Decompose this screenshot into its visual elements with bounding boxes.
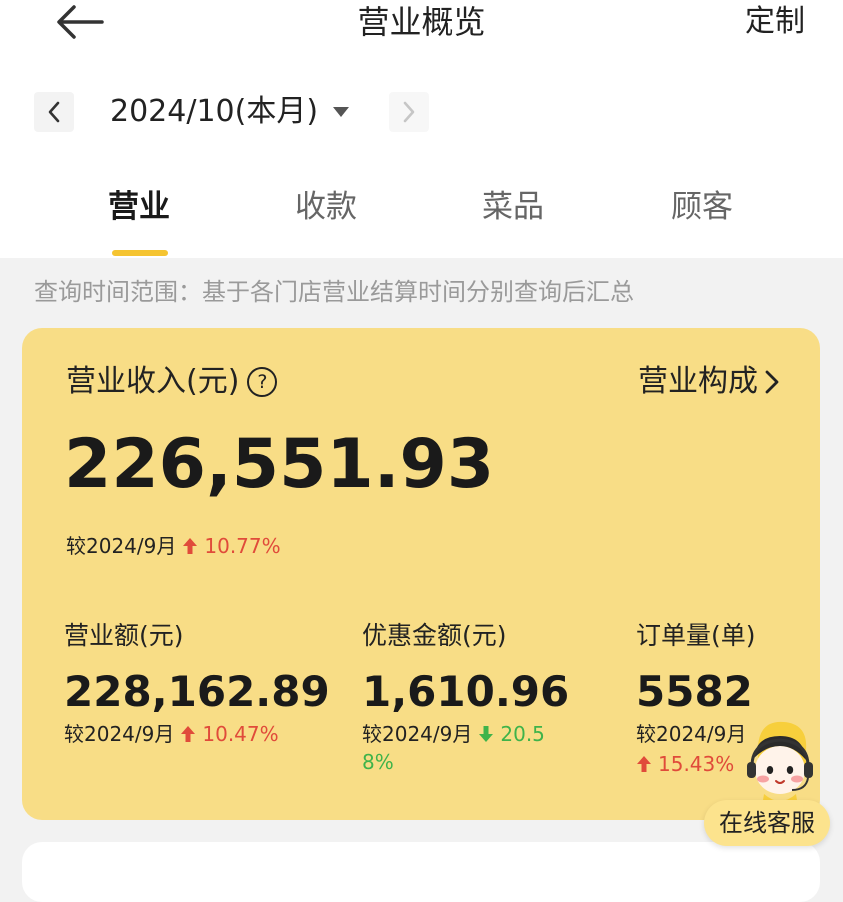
metric-comparison: 较2024/9月 20.5: [362, 720, 569, 748]
revenue-breakdown-link[interactable]: 营业构成: [638, 360, 780, 404]
income-label: 营业收入(元): [66, 364, 240, 399]
chevron-left-icon: [48, 101, 60, 123]
arrow-up-icon: [183, 538, 198, 554]
income-value: 226,551.93: [64, 425, 495, 504]
metric-label: 优惠金额(元): [362, 621, 507, 650]
metric-value: 5582: [636, 667, 753, 716]
metric-value: 1,610.96: [362, 667, 570, 716]
arrow-down-icon: [479, 726, 494, 742]
metric-label: 营业额(元): [64, 621, 184, 650]
page-title: 营业概览: [357, 3, 486, 41]
online-service-widget[interactable]: 在线客服: [704, 716, 830, 856]
chevron-right-icon: [765, 370, 779, 394]
metric-discount: 优惠金额(元) 1,610.96 较2024/9月 20.5 8%: [362, 618, 569, 776]
metric-turnover: 营业额(元) 228,162.89 较2024/9月 10.47%: [64, 618, 330, 748]
income-comparison: 较2024/9月 10.77%: [66, 532, 281, 560]
comparison-percent-wrap: 8%: [362, 750, 394, 774]
tab-dishes[interactable]: 菜品: [453, 180, 573, 234]
comparison-label: 较2024/9月: [64, 722, 175, 746]
customer-service-avatar-icon: [747, 721, 813, 806]
comparison-percent: 10.47%: [202, 722, 279, 746]
metric-comparison: 较2024/9月 10.47%: [64, 720, 330, 748]
active-tab-indicator: [112, 250, 168, 256]
next-section-card: [22, 842, 820, 902]
top-panel: 营业概览 定制 2024/10(本月) 营业 收款 菜品 顾客: [0, 0, 843, 258]
tab-business[interactable]: 营业: [79, 180, 199, 234]
next-month-button[interactable]: [389, 92, 429, 132]
selected-month: 2024/10(本月): [110, 94, 319, 129]
tab-bar: 营业 收款 菜品 顾客: [0, 180, 843, 258]
online-service-button[interactable]: 在线客服: [704, 800, 830, 846]
caret-down-icon: [333, 107, 350, 117]
metric-label: 订单量(单): [636, 621, 756, 650]
arrow-up-icon: [637, 756, 651, 772]
comparison-percent: 10.77%: [204, 534, 281, 558]
comparison-label: 较2024/9月: [66, 534, 177, 558]
comparison-percent: 20.5: [500, 722, 545, 746]
tab-payments[interactable]: 收款: [266, 180, 386, 234]
breakdown-label: 营业构成: [638, 364, 758, 399]
help-circle-icon[interactable]: ?: [247, 367, 278, 397]
arrow-up-icon: [181, 726, 196, 742]
query-range-note: 查询时间范围：基于各门店营业结算时间分别查询后汇总: [34, 278, 634, 306]
tab-customers[interactable]: 顾客: [642, 180, 762, 234]
month-selector[interactable]: 2024/10(本月): [110, 90, 350, 134]
customize-button[interactable]: 定制: [745, 0, 805, 44]
revenue-summary-card: 营业收入(元) ? 营业构成 226,551.93 较2024/9月 10.77…: [22, 328, 820, 820]
metric-value: 228,162.89: [64, 667, 330, 716]
comparison-label: 较2024/9月: [362, 722, 473, 746]
income-label-group: 营业收入(元) ?: [66, 360, 278, 404]
chevron-right-icon: [403, 101, 415, 123]
previous-month-button[interactable]: [34, 92, 74, 132]
